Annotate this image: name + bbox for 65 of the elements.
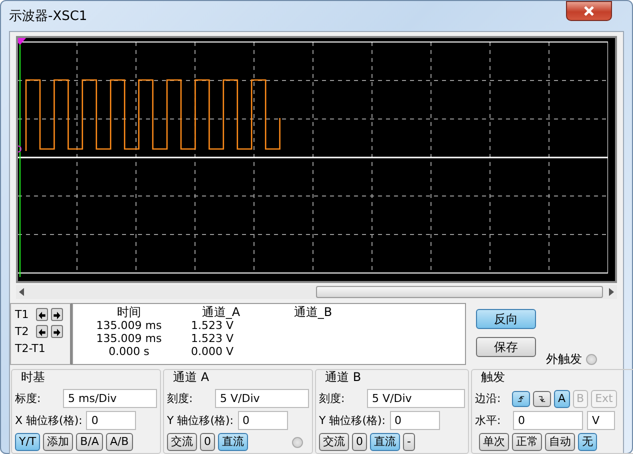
scroll-left-icon[interactable] (18, 287, 26, 297)
readout-cell-text: 135.009 ms (95, 332, 163, 345)
mode-button[interactable]: 交流 (319, 433, 349, 451)
readout-cell-text: 1.523 V (190, 319, 235, 332)
mode-button[interactable]: B/A (76, 433, 103, 451)
mode-button[interactable]: 正常 (512, 433, 542, 451)
mode-button[interactable]: 交流 (167, 433, 197, 451)
window-title: 示波器-XSC1 (9, 8, 88, 25)
mode-button[interactable]: A (554, 390, 570, 408)
unit-field[interactable]: V (587, 411, 615, 430)
cursor-label: T2-T1 (15, 342, 46, 354)
offset-field[interactable]: 0 (238, 411, 288, 430)
group-title: 时基 (21, 369, 46, 386)
mode-button[interactable]: 无 (578, 433, 597, 451)
level-label: 水平: (475, 413, 502, 428)
mode-button[interactable]: Y/T (15, 433, 40, 451)
indicator-icon (292, 436, 303, 448)
mode-button[interactable]: 直流 (218, 433, 248, 451)
scroll-right-icon[interactable] (607, 287, 615, 297)
edge-label: 边沿: (475, 391, 502, 406)
cursor-left-button[interactable] (36, 324, 48, 338)
level-field[interactable]: 0 (513, 411, 583, 430)
scale-field[interactable]: 5 V/Div (367, 389, 465, 408)
scale-field[interactable]: 5 V/Div (215, 389, 309, 408)
scrollbar-thumb[interactable] (316, 286, 603, 298)
cursor-label: T1 (15, 308, 30, 320)
external-trigger-label: 外触发 (546, 351, 582, 368)
mode-button[interactable]: 直流 (370, 433, 400, 451)
offset-label: X 轴位移(格): (15, 413, 82, 428)
mode-button[interactable]: 0 (200, 433, 215, 451)
readout-cell-text: 135.009 ms (95, 319, 163, 332)
group-title: 通道 B (325, 369, 362, 386)
scale-label: 刻度: (319, 391, 346, 406)
offset-field[interactable]: 0 (390, 411, 440, 430)
edge-button[interactable] (512, 390, 530, 406)
mode-button[interactable]: - (403, 433, 415, 451)
mode-button[interactable]: 自动 (545, 433, 575, 451)
edge-button[interactable] (533, 390, 551, 406)
mode-button[interactable]: 保存 (476, 337, 536, 357)
mode-button[interactable]: 反向 (476, 309, 536, 329)
mode-button[interactable]: 添加 (43, 433, 74, 451)
scale-label: 标度: (15, 391, 42, 406)
group-title: 触发 (481, 369, 506, 386)
scale-label: 刻度: (167, 391, 194, 406)
mode-button[interactable]: A/B (106, 433, 133, 451)
column-header: 通道_B (292, 306, 334, 319)
column-header: 通道_A (200, 306, 242, 319)
mode-button[interactable]: 0 (352, 433, 367, 451)
readout-cell-text: 1.523 V (190, 332, 235, 345)
readout-cell-text: 0.000 s (108, 345, 150, 358)
offset-label: Y 轴位移(格): (167, 413, 234, 428)
cursor-right-button[interactable] (51, 308, 63, 320)
group-title: 通道 A (173, 369, 210, 386)
offset-field[interactable]: 0 (86, 411, 136, 430)
mode-button[interactable]: 单次 (479, 433, 509, 451)
scale-field[interactable]: 5 ms/Div (63, 389, 157, 408)
offset-label: Y 轴位移(格): (319, 413, 386, 428)
readout-cell-text: 0.000 V (190, 345, 235, 358)
close-icon (582, 6, 596, 16)
external-trigger-radio[interactable] (586, 354, 597, 365)
close-button[interactable] (566, 1, 612, 21)
cursor-left-button[interactable] (36, 308, 48, 320)
cursor-label: T2 (15, 324, 30, 338)
column-header: 时间 (116, 306, 142, 319)
cursor-right-button[interactable] (51, 324, 63, 338)
